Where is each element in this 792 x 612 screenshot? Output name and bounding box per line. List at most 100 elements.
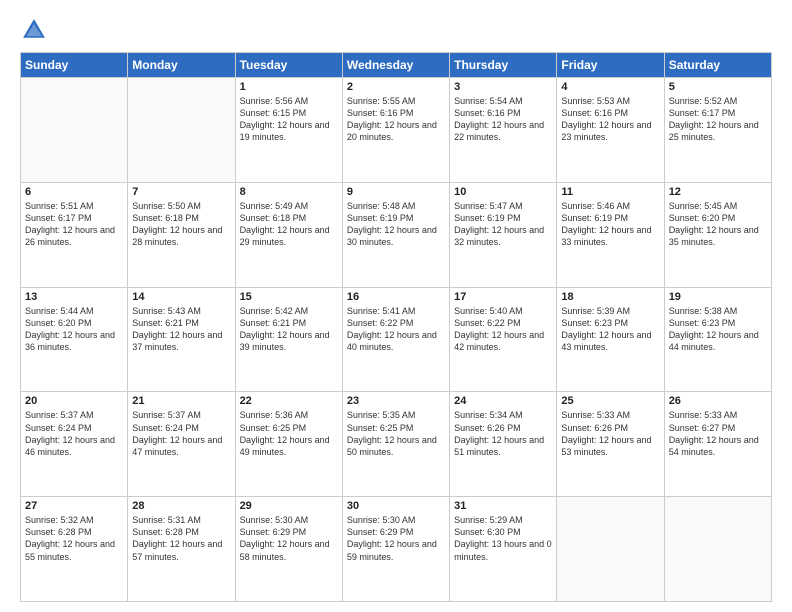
calendar-cell: 21 Sunrise: 5:37 AM Sunset: 6:24 PM Dayli… xyxy=(128,392,235,497)
calendar-cell: 15 Sunrise: 5:42 AM Sunset: 6:21 PM Dayli… xyxy=(235,287,342,392)
header xyxy=(20,16,772,44)
calendar-week-2: 6 Sunrise: 5:51 AM Sunset: 6:17 PM Daylig… xyxy=(21,182,772,287)
calendar-header-tuesday: Tuesday xyxy=(235,53,342,78)
day-info: Sunrise: 5:39 AM Sunset: 6:23 PM Dayligh… xyxy=(561,305,659,354)
day-number: 9 xyxy=(347,186,445,198)
day-number: 19 xyxy=(669,291,767,303)
calendar-cell: 8 Sunrise: 5:49 AM Sunset: 6:18 PM Daylig… xyxy=(235,182,342,287)
calendar-table: SundayMondayTuesdayWednesdayThursdayFrid… xyxy=(20,52,772,602)
calendar-cell: 24 Sunrise: 5:34 AM Sunset: 6:26 PM Dayli… xyxy=(450,392,557,497)
day-number: 11 xyxy=(561,186,659,198)
day-info: Sunrise: 5:51 AM Sunset: 6:17 PM Dayligh… xyxy=(25,200,123,249)
calendar-week-4: 20 Sunrise: 5:37 AM Sunset: 6:24 PM Dayli… xyxy=(21,392,772,497)
day-info: Sunrise: 5:53 AM Sunset: 6:16 PM Dayligh… xyxy=(561,95,659,144)
day-info: Sunrise: 5:47 AM Sunset: 6:19 PM Dayligh… xyxy=(454,200,552,249)
calendar-cell xyxy=(128,78,235,183)
calendar-header-row: SundayMondayTuesdayWednesdayThursdayFrid… xyxy=(21,53,772,78)
calendar-cell: 26 Sunrise: 5:33 AM Sunset: 6:27 PM Dayli… xyxy=(664,392,771,497)
calendar-cell: 22 Sunrise: 5:36 AM Sunset: 6:25 PM Dayli… xyxy=(235,392,342,497)
calendar-cell xyxy=(664,497,771,602)
calendar-cell: 1 Sunrise: 5:56 AM Sunset: 6:15 PM Daylig… xyxy=(235,78,342,183)
day-info: Sunrise: 5:34 AM Sunset: 6:26 PM Dayligh… xyxy=(454,409,552,458)
day-number: 15 xyxy=(240,291,338,303)
calendar-cell: 6 Sunrise: 5:51 AM Sunset: 6:17 PM Daylig… xyxy=(21,182,128,287)
day-number: 5 xyxy=(669,81,767,93)
calendar-header-saturday: Saturday xyxy=(664,53,771,78)
calendar-cell: 12 Sunrise: 5:45 AM Sunset: 6:20 PM Dayli… xyxy=(664,182,771,287)
day-number: 3 xyxy=(454,81,552,93)
day-info: Sunrise: 5:33 AM Sunset: 6:26 PM Dayligh… xyxy=(561,409,659,458)
day-number: 14 xyxy=(132,291,230,303)
day-info: Sunrise: 5:43 AM Sunset: 6:21 PM Dayligh… xyxy=(132,305,230,354)
day-number: 24 xyxy=(454,395,552,407)
logo-icon xyxy=(20,16,48,44)
day-info: Sunrise: 5:44 AM Sunset: 6:20 PM Dayligh… xyxy=(25,305,123,354)
calendar-week-5: 27 Sunrise: 5:32 AM Sunset: 6:28 PM Dayli… xyxy=(21,497,772,602)
calendar-header-wednesday: Wednesday xyxy=(342,53,449,78)
day-number: 18 xyxy=(561,291,659,303)
day-number: 31 xyxy=(454,500,552,512)
day-info: Sunrise: 5:37 AM Sunset: 6:24 PM Dayligh… xyxy=(132,409,230,458)
day-info: Sunrise: 5:42 AM Sunset: 6:21 PM Dayligh… xyxy=(240,305,338,354)
day-info: Sunrise: 5:29 AM Sunset: 6:30 PM Dayligh… xyxy=(454,514,552,563)
calendar-cell: 31 Sunrise: 5:29 AM Sunset: 6:30 PM Dayli… xyxy=(450,497,557,602)
calendar-cell: 18 Sunrise: 5:39 AM Sunset: 6:23 PM Dayli… xyxy=(557,287,664,392)
day-number: 27 xyxy=(25,500,123,512)
day-number: 8 xyxy=(240,186,338,198)
day-info: Sunrise: 5:33 AM Sunset: 6:27 PM Dayligh… xyxy=(669,409,767,458)
calendar-cell: 30 Sunrise: 5:30 AM Sunset: 6:29 PM Dayli… xyxy=(342,497,449,602)
calendar-cell: 13 Sunrise: 5:44 AM Sunset: 6:20 PM Dayli… xyxy=(21,287,128,392)
calendar-cell: 9 Sunrise: 5:48 AM Sunset: 6:19 PM Daylig… xyxy=(342,182,449,287)
day-number: 17 xyxy=(454,291,552,303)
day-info: Sunrise: 5:30 AM Sunset: 6:29 PM Dayligh… xyxy=(240,514,338,563)
day-number: 2 xyxy=(347,81,445,93)
calendar-cell: 20 Sunrise: 5:37 AM Sunset: 6:24 PM Dayli… xyxy=(21,392,128,497)
calendar-cell: 3Sunrise: 5:54 AM Sunset: 6:16 PM Daylig… xyxy=(450,78,557,183)
calendar-cell: 4Sunrise: 5:53 AM Sunset: 6:16 PM Daylig… xyxy=(557,78,664,183)
day-number: 12 xyxy=(669,186,767,198)
calendar-cell: 16 Sunrise: 5:41 AM Sunset: 6:22 PM Dayli… xyxy=(342,287,449,392)
day-info: Sunrise: 5:45 AM Sunset: 6:20 PM Dayligh… xyxy=(669,200,767,249)
calendar-header-monday: Monday xyxy=(128,53,235,78)
calendar-cell xyxy=(557,497,664,602)
calendar-cell: 28Sunrise: 5:31 AM Sunset: 6:28 PM Dayli… xyxy=(128,497,235,602)
calendar-header-thursday: Thursday xyxy=(450,53,557,78)
day-info: Sunrise: 5:35 AM Sunset: 6:25 PM Dayligh… xyxy=(347,409,445,458)
calendar-cell xyxy=(21,78,128,183)
calendar-header-friday: Friday xyxy=(557,53,664,78)
day-info: Sunrise: 5:49 AM Sunset: 6:18 PM Dayligh… xyxy=(240,200,338,249)
day-number: 13 xyxy=(25,291,123,303)
calendar-cell: 10Sunrise: 5:47 AM Sunset: 6:19 PM Dayli… xyxy=(450,182,557,287)
day-number: 26 xyxy=(669,395,767,407)
day-info: Sunrise: 5:32 AM Sunset: 6:28 PM Dayligh… xyxy=(25,514,123,563)
logo xyxy=(20,16,52,44)
day-number: 30 xyxy=(347,500,445,512)
day-info: Sunrise: 5:52 AM Sunset: 6:17 PM Dayligh… xyxy=(669,95,767,144)
day-number: 16 xyxy=(347,291,445,303)
day-info: Sunrise: 5:30 AM Sunset: 6:29 PM Dayligh… xyxy=(347,514,445,563)
day-number: 6 xyxy=(25,186,123,198)
calendar-cell: 17Sunrise: 5:40 AM Sunset: 6:22 PM Dayli… xyxy=(450,287,557,392)
calendar-cell: 11 Sunrise: 5:46 AM Sunset: 6:19 PM Dayli… xyxy=(557,182,664,287)
day-info: Sunrise: 5:56 AM Sunset: 6:15 PM Dayligh… xyxy=(240,95,338,144)
calendar-cell: 27 Sunrise: 5:32 AM Sunset: 6:28 PM Dayli… xyxy=(21,497,128,602)
day-info: Sunrise: 5:36 AM Sunset: 6:25 PM Dayligh… xyxy=(240,409,338,458)
calendar-cell: 5 Sunrise: 5:52 AM Sunset: 6:17 PM Daylig… xyxy=(664,78,771,183)
day-info: Sunrise: 5:38 AM Sunset: 6:23 PM Dayligh… xyxy=(669,305,767,354)
day-info: Sunrise: 5:37 AM Sunset: 6:24 PM Dayligh… xyxy=(25,409,123,458)
day-number: 22 xyxy=(240,395,338,407)
day-info: Sunrise: 5:41 AM Sunset: 6:22 PM Dayligh… xyxy=(347,305,445,354)
day-number: 20 xyxy=(25,395,123,407)
day-number: 1 xyxy=(240,81,338,93)
calendar-header-sunday: Sunday xyxy=(21,53,128,78)
calendar-cell: 25Sunrise: 5:33 AM Sunset: 6:26 PM Dayli… xyxy=(557,392,664,497)
calendar-week-3: 13 Sunrise: 5:44 AM Sunset: 6:20 PM Dayli… xyxy=(21,287,772,392)
day-info: Sunrise: 5:46 AM Sunset: 6:19 PM Dayligh… xyxy=(561,200,659,249)
day-info: Sunrise: 5:48 AM Sunset: 6:19 PM Dayligh… xyxy=(347,200,445,249)
page: SundayMondayTuesdayWednesdayThursdayFrid… xyxy=(0,0,792,612)
day-number: 23 xyxy=(347,395,445,407)
day-info: Sunrise: 5:55 AM Sunset: 6:16 PM Dayligh… xyxy=(347,95,445,144)
day-number: 7 xyxy=(132,186,230,198)
day-number: 29 xyxy=(240,500,338,512)
day-number: 21 xyxy=(132,395,230,407)
